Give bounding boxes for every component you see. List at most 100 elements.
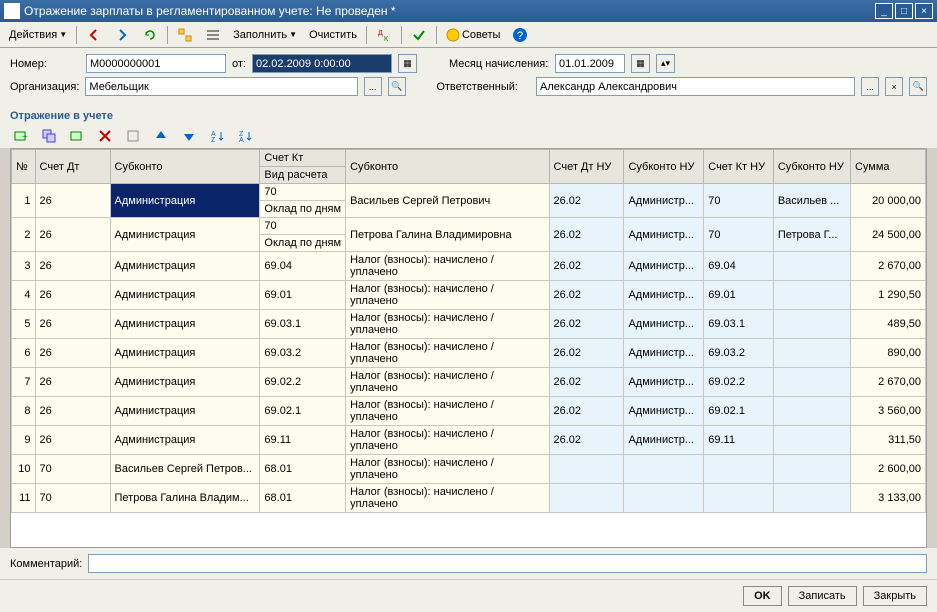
table-row[interactable]: 926Администрация69.11Налог (взносы): нач…: [12, 426, 926, 455]
org-input[interactable]: [85, 77, 357, 96]
from-label: от:: [232, 58, 246, 70]
col-sub[interactable]: Субконто: [110, 150, 260, 184]
actions-menu[interactable]: Действия▼: [4, 25, 72, 45]
save-button[interactable]: Записать: [788, 586, 857, 606]
cell-sub2: Налог (взносы): начислено / уплачено: [346, 281, 549, 310]
close-form-button[interactable]: Закрыть: [863, 586, 927, 606]
list-icon[interactable]: [200, 25, 226, 45]
cell-num: 3: [12, 252, 36, 281]
nav-forward-icon[interactable]: [109, 25, 135, 45]
resp-clear-icon[interactable]: ×: [885, 77, 903, 96]
cell-ktnu: 69.03.1: [704, 310, 774, 339]
number-input[interactable]: [86, 54, 226, 73]
table-row[interactable]: 126Администрация70Васильев Сергей Петров…: [12, 184, 926, 201]
month-label: Месяц начисления:: [449, 58, 549, 70]
data-table-wrap[interactable]: № Счет Дт Субконто Счет Кт Субконто Счет…: [10, 148, 927, 548]
cell-kt: 68.01: [260, 484, 346, 513]
col-calc[interactable]: Вид расчета: [260, 167, 346, 184]
help-icon[interactable]: ?: [507, 25, 533, 45]
table-row[interactable]: 826Администрация69.02.1Налог (взносы): н…: [12, 397, 926, 426]
fill-menu[interactable]: Заполнить▼: [228, 25, 302, 45]
delete-row-icon[interactable]: [92, 126, 118, 146]
cell-ktnu: 69.02.1: [704, 397, 774, 426]
structure-icon[interactable]: [172, 25, 198, 45]
minimize-button[interactable]: _: [875, 3, 893, 19]
cell-subnu: Администр...: [624, 281, 704, 310]
finish-edit-icon[interactable]: [120, 126, 146, 146]
col-sum[interactable]: Сумма: [850, 150, 925, 184]
cell-kt: 69.11: [260, 426, 346, 455]
cell-subnu: Администр...: [624, 426, 704, 455]
table-row[interactable]: 226Администрация70Петрова Галина Владими…: [12, 218, 926, 235]
cell-calc: Оклад по дням: [260, 235, 346, 252]
cell-ktnu: 69.04: [704, 252, 774, 281]
close-button[interactable]: ×: [915, 3, 933, 19]
col-dtnu[interactable]: Счет Дт НУ: [549, 150, 624, 184]
cell-sum: 20 000,00: [850, 184, 925, 218]
nav-back-icon[interactable]: [81, 25, 107, 45]
cell-subnu: Администр...: [624, 218, 704, 252]
cell-num: 9: [12, 426, 36, 455]
cell-ktnu: 69.11: [704, 426, 774, 455]
refresh-icon[interactable]: [137, 25, 163, 45]
col-subnu[interactable]: Субконто НУ: [624, 150, 704, 184]
cell-sub: Васильев Сергей Петров...: [110, 455, 260, 484]
cell-subnu2: Васильев ...: [773, 184, 850, 218]
col-subnu2[interactable]: Субконто НУ: [773, 150, 850, 184]
resp-input[interactable]: [536, 77, 855, 96]
copy-row-icon[interactable]: [36, 126, 62, 146]
month-picker-icon[interactable]: ▦: [631, 54, 650, 73]
cell-subnu2: [773, 339, 850, 368]
cell-num: 1: [12, 184, 36, 218]
cell-calc: Оклад по дням: [260, 201, 346, 218]
resp-select-icon[interactable]: ...: [861, 77, 879, 96]
table-row[interactable]: 626Администрация69.03.2Налог (взносы): н…: [12, 339, 926, 368]
org-search-icon[interactable]: 🔍: [388, 77, 406, 96]
cell-sum: 489,50: [850, 310, 925, 339]
clear-button[interactable]: Очистить: [304, 25, 362, 45]
date-input[interactable]: [252, 54, 392, 73]
table-row[interactable]: 426Администрация69.01Налог (взносы): нач…: [12, 281, 926, 310]
cell-dt: 26: [35, 281, 110, 310]
tips-button[interactable]: Советы: [441, 25, 505, 45]
resp-search-icon[interactable]: 🔍: [909, 77, 927, 96]
cell-subnu2: [773, 484, 850, 513]
cell-dt: 26: [35, 339, 110, 368]
cell-subnu: Администр...: [624, 397, 704, 426]
col-kt[interactable]: Счет Кт: [260, 150, 346, 167]
table-row[interactable]: 1170Петрова Галина Владим...68.01Налог (…: [12, 484, 926, 513]
month-spin-icon[interactable]: ▴▾: [656, 54, 675, 73]
dtkt-icon[interactable]: ДК: [371, 25, 397, 45]
date-picker-icon[interactable]: ▦: [398, 54, 417, 73]
maximize-button[interactable]: □: [895, 3, 913, 19]
cell-ktnu: 70: [704, 218, 774, 252]
comment-input[interactable]: [88, 554, 927, 573]
col-sub2[interactable]: Субконто: [346, 150, 549, 184]
month-input[interactable]: [555, 54, 625, 73]
edit-row-icon[interactable]: [64, 126, 90, 146]
cell-subnu2: Петрова Г...: [773, 218, 850, 252]
col-dt[interactable]: Счет Дт: [35, 150, 110, 184]
cell-subnu2: [773, 310, 850, 339]
svg-text:A: A: [239, 137, 244, 144]
sort-desc-icon[interactable]: ZA: [232, 126, 258, 146]
table-row[interactable]: 1070Васильев Сергей Петров...68.01Налог …: [12, 455, 926, 484]
cell-sub2: Налог (взносы): начислено / уплачено: [346, 368, 549, 397]
move-down-icon[interactable]: [176, 126, 202, 146]
add-row-icon[interactable]: +: [8, 126, 34, 146]
cell-subnu: Администр...: [624, 339, 704, 368]
org-label: Организация:: [10, 81, 79, 93]
table-row[interactable]: 326Администрация69.04Налог (взносы): нач…: [12, 252, 926, 281]
col-ktnu[interactable]: Счет Кт НУ: [704, 150, 774, 184]
cell-dtnu: 26.02: [549, 218, 624, 252]
table-row[interactable]: 526Администрация69.03.1Налог (взносы): н…: [12, 310, 926, 339]
move-up-icon[interactable]: [148, 126, 174, 146]
cell-sum: 2 670,00: [850, 252, 925, 281]
org-select-icon[interactable]: ...: [364, 77, 382, 96]
cell-sum: 3 560,00: [850, 397, 925, 426]
check-icon[interactable]: [406, 25, 432, 45]
sort-asc-icon[interactable]: AZ: [204, 126, 230, 146]
table-row[interactable]: 726Администрация69.02.2Налог (взносы): н…: [12, 368, 926, 397]
ok-button[interactable]: OK: [743, 586, 782, 606]
col-num[interactable]: №: [12, 150, 36, 184]
